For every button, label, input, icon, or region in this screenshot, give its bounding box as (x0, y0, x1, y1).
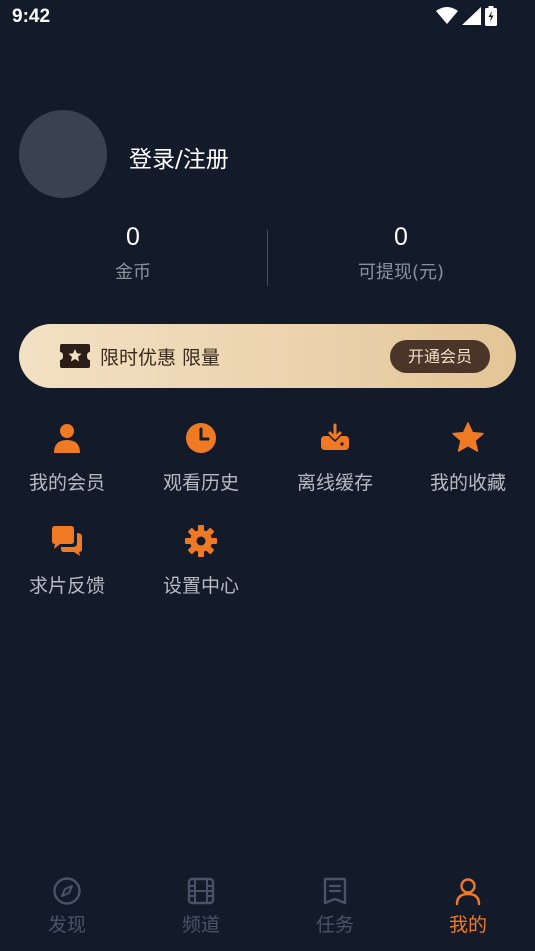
menu-item-label: 我的收藏 (429, 472, 506, 494)
signal-icon (462, 7, 481, 25)
star-icon (450, 420, 486, 456)
coins-value: 0 (126, 223, 140, 251)
tab-label: 频道 (181, 914, 220, 936)
menu-item-feedback[interactable]: 求片反馈 (0, 521, 134, 611)
status-icons (436, 6, 497, 26)
menu-item-history[interactable]: 观看历史 (134, 418, 268, 508)
wifi-icon (436, 7, 458, 25)
vip-promo-banner[interactable]: 限时优惠 限量 开通会员 (19, 324, 516, 388)
menu-item-offline-cache[interactable]: 离线缓存 (268, 418, 402, 508)
avatar[interactable] (19, 110, 107, 198)
chat-icon (49, 523, 85, 559)
download-icon (317, 420, 353, 456)
status-time: 9:42 (12, 6, 51, 27)
withdrawable-stat[interactable]: 0 可提现(元) (301, 222, 501, 284)
compass-icon (52, 876, 82, 906)
tab-mine[interactable]: 我的 (401, 876, 535, 946)
menu-item-label: 我的会员 (28, 472, 105, 494)
clock-icon (183, 420, 219, 456)
vip-ticket-icon (60, 344, 90, 372)
person-icon (49, 420, 85, 456)
tab-channels[interactable]: 频道 (134, 876, 268, 946)
menu-item-favorites[interactable]: 我的收藏 (401, 418, 535, 508)
tab-tasks[interactable]: 任务 (268, 876, 402, 946)
tab-label: 任务 (315, 914, 354, 936)
stats-divider (267, 230, 268, 286)
menu-item-membership[interactable]: 我的会员 (0, 418, 134, 508)
task-icon (320, 876, 350, 906)
menu-item-settings[interactable]: 设置中心 (134, 521, 268, 611)
tab-discover[interactable]: 发现 (0, 876, 134, 946)
tab-label: 我的 (448, 914, 487, 936)
battery-icon (485, 6, 497, 26)
status-bar: 9:42 (0, 0, 535, 36)
tab-label: 发现 (47, 914, 86, 936)
user-icon (453, 876, 483, 906)
menu-item-label: 离线缓存 (296, 472, 373, 494)
stats-row: 0 金币 0 可提现(元) (0, 222, 535, 290)
coins-label: 金币 (115, 262, 151, 283)
film-icon (186, 876, 216, 906)
profile-header[interactable]: 登录/注册 (19, 110, 519, 198)
bottom-tab-bar: 发现 频道 任务 我的 (0, 860, 535, 951)
gear-icon (183, 523, 219, 559)
menu-item-label: 求片反馈 (28, 575, 105, 597)
withdrawable-value: 0 (394, 223, 408, 251)
vip-promo-text: 限时优惠 限量 (100, 347, 221, 369)
open-vip-button[interactable]: 开通会员 (390, 340, 490, 373)
login-register-link[interactable]: 登录/注册 (129, 140, 229, 174)
withdrawable-label: 可提现(元) (357, 262, 445, 283)
menu-item-label: 设置中心 (162, 575, 239, 597)
menu-item-label: 观看历史 (162, 472, 239, 494)
coins-stat[interactable]: 0 金币 (33, 222, 233, 284)
